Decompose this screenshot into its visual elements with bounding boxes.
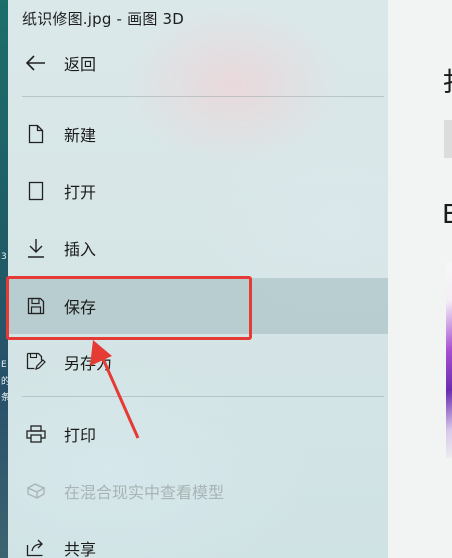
main-content-area: 扌 E [388,0,452,558]
heading-fragment: 扌 [442,62,452,99]
recent-image-thumbnail[interactable] [446,262,452,458]
annotation-arrow [90,340,140,439]
search-box-fragment[interactable] [444,120,452,158]
section-heading-fragment: E [442,200,452,230]
